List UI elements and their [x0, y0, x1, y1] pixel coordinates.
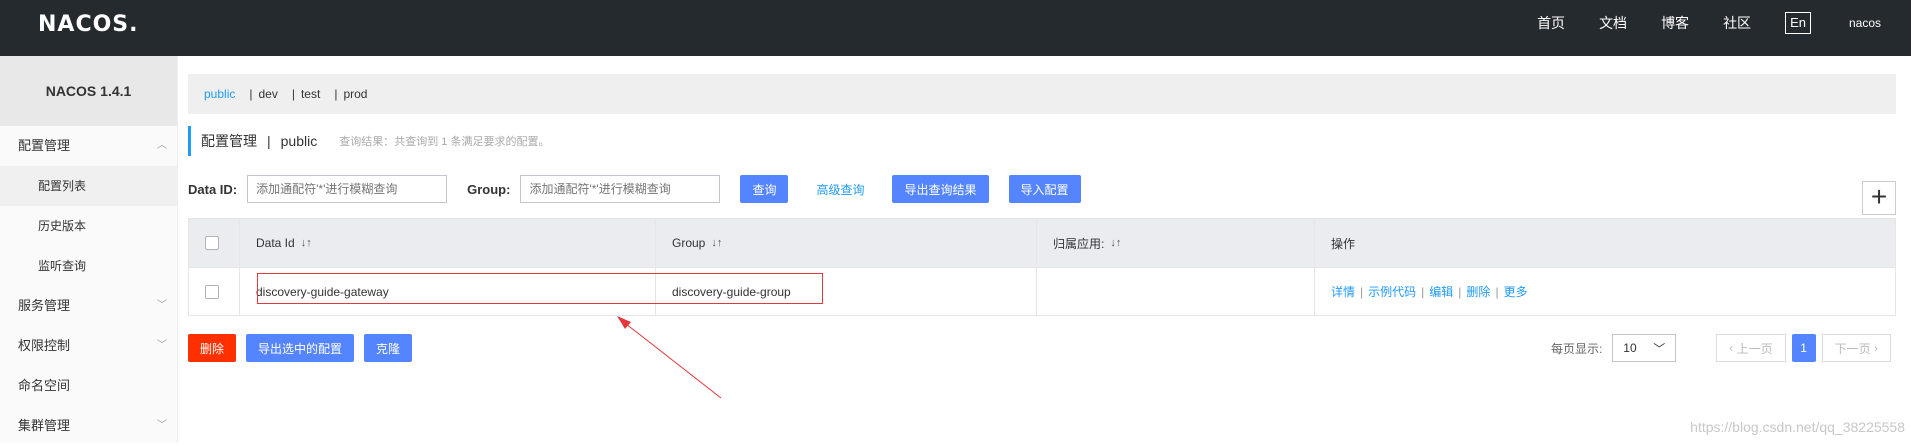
- sidebar-item-label: 监听查询: [38, 259, 87, 273]
- sidebar-item-label: 配置列表: [38, 179, 87, 193]
- sidebar-item-label: 服务管理: [18, 298, 71, 313]
- import-config-button[interactable]: 导入配置: [1008, 175, 1081, 203]
- namespace-separator: |: [249, 87, 253, 101]
- group-input[interactable]: [520, 175, 721, 203]
- nav-home[interactable]: 首页: [1537, 13, 1565, 33]
- main-content: public | dev | test | prod 配置管理 | public…: [178, 56, 1911, 443]
- chevron-down-icon: ﹀: [157, 420, 167, 431]
- page-number-current[interactable]: 1: [1791, 334, 1816, 362]
- op-detail-link[interactable]: 详情: [1331, 283, 1355, 300]
- nacos-logo[interactable]: NACOS.: [38, 12, 139, 37]
- page-header: 配置管理 | public 查询结果：共查询到 1 条满足要求的配置。: [188, 126, 549, 156]
- query-result-summary: 查询结果：共查询到 1 条满足要求的配置。: [339, 136, 550, 148]
- op-sample-code-link[interactable]: 示例代码: [1368, 283, 1416, 300]
- sidebar: NACOS 1.4.1 配置管理 ︿ 配置列表 历史版本 监听查询 服务管理 ﹀…: [0, 56, 178, 443]
- sidebar-item-label: 配置管理: [18, 138, 71, 153]
- next-page-button[interactable]: 下一页 ›: [1821, 334, 1891, 362]
- title-separator: |: [267, 133, 271, 149]
- nav-community[interactable]: 社区: [1723, 13, 1751, 33]
- sidebar-item-access-control[interactable]: 权限控制 ﹀: [0, 326, 177, 366]
- highlight-box: [257, 273, 823, 304]
- sidebar-item-history[interactable]: 历史版本: [0, 206, 177, 246]
- chevron-down-icon: ﹀: [157, 340, 167, 351]
- export-results-button[interactable]: 导出查询结果: [892, 175, 989, 203]
- dataid-label: Data ID:: [188, 181, 238, 197]
- sidebar-item-service-management[interactable]: 服务管理 ﹀: [0, 286, 177, 326]
- sort-icon[interactable]: ↓↑: [301, 237, 312, 249]
- add-config-button[interactable]: +: [1862, 181, 1896, 215]
- op-edit-link[interactable]: 编辑: [1429, 283, 1453, 300]
- watermark: https://blog.csdn.net/qq_38225558: [1690, 419, 1905, 435]
- column-header-dataid[interactable]: Data Id ↓↑: [240, 219, 656, 267]
- sidebar-item-config-management[interactable]: 配置管理 ︿: [0, 126, 177, 166]
- namespace-bar: public | dev | test | prod: [188, 74, 1896, 114]
- cell-app: [1037, 268, 1315, 315]
- namespace-prod[interactable]: prod: [343, 87, 367, 101]
- nav-docs[interactable]: 文档: [1599, 13, 1627, 33]
- export-selected-button[interactable]: 导出选中的配置: [246, 334, 355, 362]
- top-navbar: NACOS. 首页 文档 博客 社区 En nacos: [0, 0, 1911, 56]
- sidebar-item-namespace[interactable]: 命名空间: [0, 366, 177, 406]
- current-namespace: public: [280, 133, 318, 149]
- column-header-group[interactable]: Group ↓↑: [656, 219, 1037, 267]
- dataid-input[interactable]: [247, 175, 448, 203]
- namespace-separator: |: [334, 87, 338, 101]
- select-all-checkbox[interactable]: [205, 236, 219, 250]
- column-header-operations: 操作: [1331, 236, 1356, 251]
- sidebar-item-cluster-management[interactable]: 集群管理 ﹀: [0, 406, 177, 446]
- chevron-up-icon: ︿: [157, 140, 167, 151]
- nav-blog[interactable]: 博客: [1661, 13, 1689, 33]
- delete-button[interactable]: 删除: [188, 334, 237, 362]
- chevron-down-icon: ﹀: [157, 300, 167, 311]
- chevron-down-icon: ﹀: [1653, 341, 1666, 356]
- namespace-separator: |: [291, 87, 295, 101]
- row-checkbox[interactable]: [205, 284, 219, 299]
- sidebar-item-label: 集群管理: [18, 418, 71, 433]
- cell-operations: 详情 | 示例代码 | 编辑 | 删除 | 更多: [1331, 283, 1528, 300]
- user-menu[interactable]: nacos: [1849, 16, 1881, 30]
- column-header-app[interactable]: 归属应用: ↓↑: [1037, 219, 1315, 267]
- sidebar-item-label: 权限控制: [18, 338, 71, 353]
- batch-actions: 删除 导出选中的配置 克隆: [188, 334, 422, 362]
- page-size-label: 每页显示:: [1550, 341, 1603, 356]
- sidebar-item-config-list[interactable]: 配置列表: [0, 166, 177, 206]
- pagination: 每页显示: 10 ﹀ ‹ 上一页 1 下一页 ›: [1551, 334, 1891, 362]
- query-button[interactable]: 查询: [740, 175, 789, 203]
- namespace-test[interactable]: test: [301, 87, 320, 101]
- sort-icon[interactable]: ↓↑: [711, 237, 722, 249]
- prev-page-button[interactable]: ‹ 上一页: [1716, 334, 1786, 362]
- op-more-link[interactable]: 更多: [1504, 283, 1528, 300]
- sort-icon[interactable]: ↓↑: [1110, 237, 1121, 249]
- sidebar-item-label: 命名空间: [18, 378, 71, 393]
- top-nav-links: 首页 文档 博客 社区 En nacos: [1503, 0, 1881, 46]
- search-form: Data ID: Group: 查询 高级查询 导出查询结果 导入配置: [188, 174, 1101, 204]
- chevron-left-icon: ‹: [1729, 341, 1737, 355]
- chevron-right-icon: ›: [1870, 341, 1878, 355]
- clone-button[interactable]: 克隆: [364, 334, 413, 362]
- version-label: NACOS 1.4.1: [0, 56, 177, 126]
- sidebar-item-listener-query[interactable]: 监听查询: [0, 246, 177, 286]
- page-title: 配置管理: [201, 133, 257, 149]
- sidebar-item-label: 历史版本: [38, 219, 87, 233]
- table-header: Data Id ↓↑ Group ↓↑ 归属应用: ↓↑ 操作: [189, 219, 1895, 267]
- op-delete-link[interactable]: 删除: [1466, 283, 1490, 300]
- namespace-dev[interactable]: dev: [258, 87, 277, 101]
- group-label: Group:: [467, 181, 511, 197]
- advanced-query-link[interactable]: 高级查询: [808, 175, 872, 203]
- namespace-public[interactable]: public: [204, 87, 235, 101]
- page-size-select[interactable]: 10 ﹀: [1612, 334, 1677, 362]
- language-switch[interactable]: En: [1785, 12, 1811, 34]
